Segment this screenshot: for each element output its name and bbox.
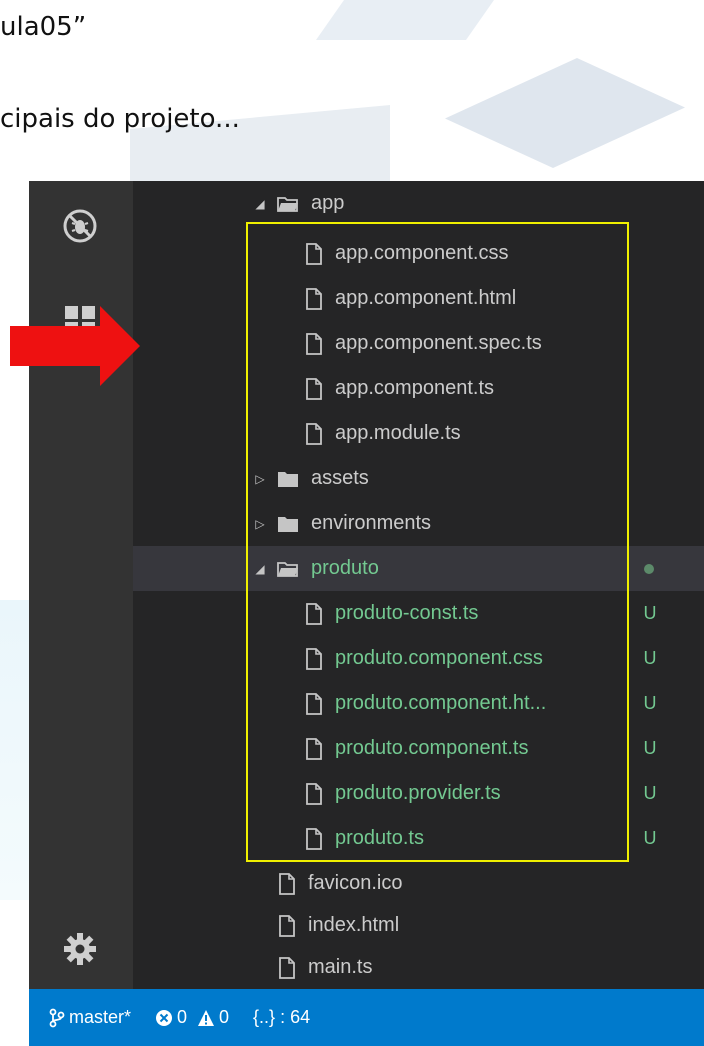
modified-dot-icon: [644, 563, 654, 574]
folder-icon: [277, 515, 299, 533]
file-icon: [305, 377, 323, 400]
file-icon: [278, 872, 296, 895]
file-icon: [305, 287, 323, 310]
git-status-badge: U: [643, 738, 657, 758]
git-status-badge: U: [643, 693, 657, 713]
chevron-down-icon: ◢: [255, 561, 265, 576]
file-app-component-ts[interactable]: app.component.ts: [133, 366, 704, 411]
file-label: favicon.ico: [308, 872, 403, 894]
chevron-right-icon: ▷: [255, 516, 265, 531]
git-status-badge: U: [643, 783, 657, 803]
braces-status[interactable]: {..} : 64: [253, 1007, 310, 1028]
file-explorer-tree: ◢ app app.component.css app.component.ht…: [133, 181, 704, 989]
chevron-right-icon: ▷: [255, 471, 265, 486]
file-app-component-css[interactable]: app.component.css: [133, 231, 704, 276]
file-icon: [305, 647, 323, 670]
folder-environments[interactable]: ▷ environments: [133, 501, 704, 546]
file-produto-provider-ts[interactable]: produto.provider.ts U: [133, 771, 704, 816]
file-produto-component-css[interactable]: produto.component.css U: [133, 636, 704, 681]
file-label: app.component.html: [335, 287, 517, 309]
file-icon: [305, 692, 323, 715]
file-produto-component-html[interactable]: produto.component.ht... U: [133, 681, 704, 726]
git-branch-status[interactable]: master*: [49, 1007, 131, 1028]
folder-produto[interactable]: ◢ produto: [133, 546, 704, 591]
warning-icon: [198, 1009, 215, 1026]
file-icon: [278, 956, 296, 979]
file-label: produto.ts: [335, 827, 424, 849]
folder-label: produto: [311, 557, 379, 579]
git-branch-icon: [49, 1008, 65, 1027]
git-status-badge: U: [643, 828, 657, 848]
file-produto-ts[interactable]: produto.ts U: [133, 816, 704, 861]
file-icon: [278, 914, 296, 937]
branch-name: master*: [69, 1007, 132, 1027]
background-shape: [315, 0, 495, 40]
file-icon: [305, 737, 323, 760]
folder-label: environments: [311, 512, 432, 534]
error-icon: [156, 1009, 173, 1026]
file-label: produto.provider.ts: [335, 782, 501, 804]
problems-status[interactable]: 0 0: [155, 1007, 229, 1028]
file-icon: [305, 782, 323, 805]
file-label: index.html: [308, 914, 400, 936]
file-label: produto.component.css: [335, 647, 543, 669]
file-label: main.ts: [308, 956, 373, 978]
file-label: app.module.ts: [335, 422, 461, 444]
warning-count: 0: [219, 1007, 230, 1027]
git-status-badge: U: [643, 648, 657, 668]
folder-assets[interactable]: ▷ assets: [133, 456, 704, 501]
folder-open-icon: [277, 195, 299, 213]
file-produto-const-ts[interactable]: produto-const.ts U: [133, 591, 704, 636]
file-icon: [305, 332, 323, 355]
file-index-html[interactable]: index.html: [133, 903, 704, 948]
file-main-ts[interactable]: main.ts: [133, 945, 704, 990]
file-app-module-ts[interactable]: app.module.ts: [133, 411, 704, 456]
chevron-down-icon: ◢: [255, 196, 265, 211]
file-icon: [305, 602, 323, 625]
status-bar: master* 0 0 {..} : 64: [29, 989, 704, 1046]
file-label: produto.component.ht...: [335, 692, 547, 714]
settings-gear-icon[interactable]: [55, 924, 105, 974]
file-label: produto-const.ts: [335, 602, 479, 624]
git-status-badge: U: [643, 603, 657, 623]
file-icon: [305, 827, 323, 850]
debug-icon[interactable]: [55, 201, 105, 251]
file-app-component-spec-ts[interactable]: app.component.spec.ts: [133, 321, 704, 366]
folder-icon: [277, 470, 299, 488]
file-produto-component-ts[interactable]: produto.component.ts U: [133, 726, 704, 771]
error-count: 0: [177, 1007, 188, 1027]
folder-app[interactable]: ◢ app: [133, 181, 704, 226]
file-label: app.component.ts: [335, 377, 494, 399]
file-favicon-ico[interactable]: favicon.ico: [133, 861, 704, 906]
slide-text-line: ula05”: [0, 12, 87, 42]
background-shape: [445, 58, 685, 168]
file-icon: [305, 242, 323, 265]
file-icon: [305, 422, 323, 445]
file-label: app.component.css: [335, 242, 509, 264]
file-app-component-html[interactable]: app.component.html: [133, 276, 704, 321]
folder-label: app: [311, 192, 345, 214]
slide-text-line: cipais do projeto...: [0, 104, 240, 134]
folder-open-icon: [277, 560, 299, 578]
file-label: app.component.spec.ts: [335, 332, 542, 354]
red-arrow-icon: [10, 306, 140, 386]
activity-bar: [29, 181, 133, 989]
file-label: produto.component.ts: [335, 737, 529, 759]
folder-label: assets: [311, 467, 369, 489]
